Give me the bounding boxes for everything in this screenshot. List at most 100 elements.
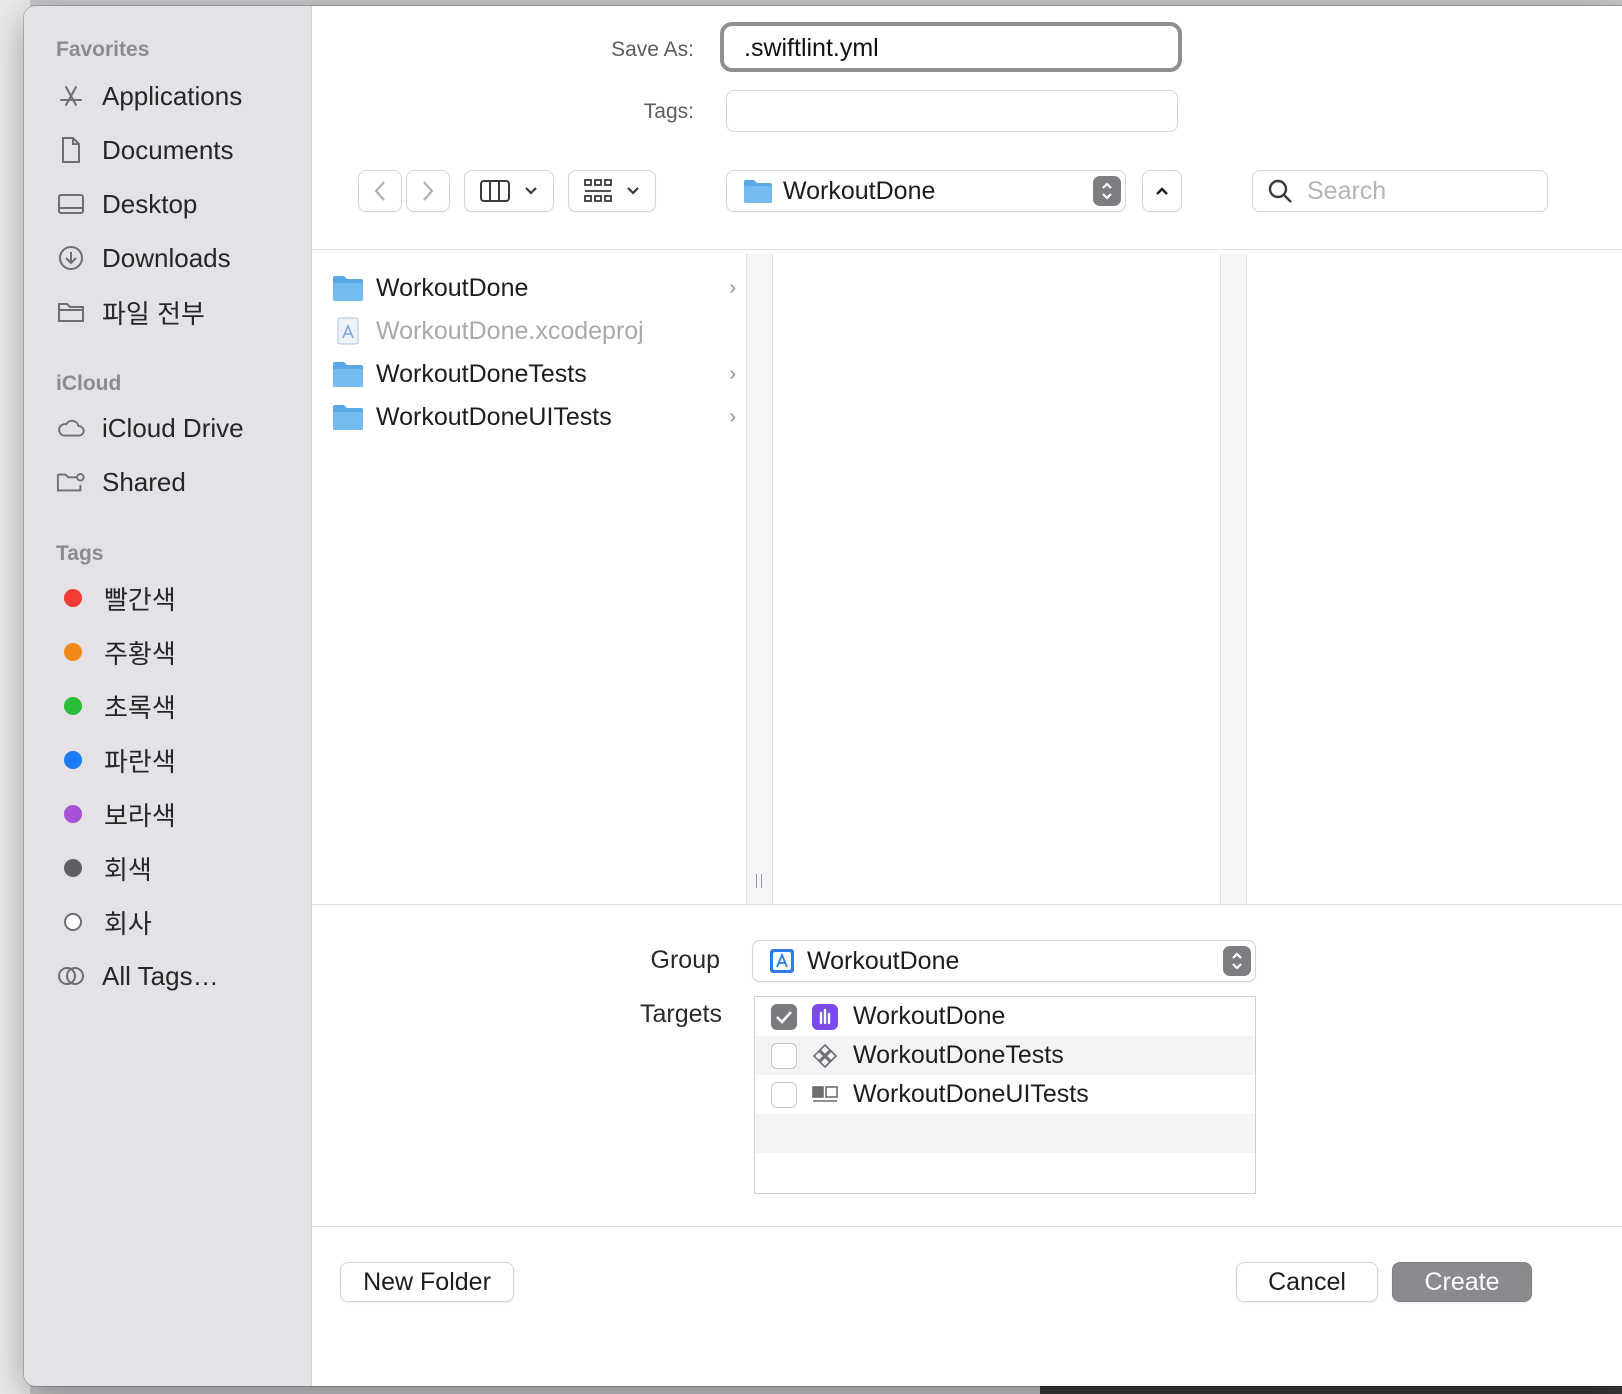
target-row-workoutdonetests[interactable]: WorkoutDoneTests: [755, 1036, 1255, 1075]
file-name: WorkoutDoneUITests: [376, 402, 612, 431]
sidebar-item-label: All Tags…: [102, 960, 219, 991]
search-icon: [1268, 179, 1292, 203]
target-checkbox[interactable]: [771, 1003, 797, 1030]
sidebar: Favorites Applications Documents Desktop…: [24, 6, 312, 1386]
chevron-right-icon: ›: [729, 276, 736, 299]
column-divider: [1246, 254, 1247, 904]
column-resize-gutter[interactable]: [746, 254, 772, 904]
sidebar-item-desktop[interactable]: Desktop: [56, 182, 296, 226]
file-name: WorkoutDone.xcodeproj: [376, 316, 644, 345]
back-button[interactable]: [358, 170, 402, 212]
create-button[interactable]: Create: [1392, 1262, 1532, 1302]
checkmark-icon: [776, 1010, 792, 1024]
cancel-button[interactable]: Cancel: [1236, 1262, 1378, 1302]
target-name: WorkoutDone: [853, 1002, 1006, 1030]
shared-folder-icon: [56, 467, 86, 497]
ui-test-target-icon: [811, 1081, 839, 1109]
file-row-workoutdoneuitests[interactable]: WorkoutDoneUITests ›: [332, 397, 752, 437]
search-field[interactable]: Search: [1252, 170, 1548, 212]
column-resize-gutter[interactable]: [1220, 254, 1246, 904]
sidebar-tag-purple[interactable]: 보라색: [56, 792, 296, 836]
file-row-xcodeproj[interactable]: WorkoutDone.xcodeproj: [332, 311, 752, 351]
xcodeproj-file-icon: [337, 317, 359, 345]
sidebar-item-label: 파란색: [104, 746, 176, 777]
sidebar-item-all-files[interactable]: 파일 전부: [56, 290, 296, 334]
file-row-workoutdonetests[interactable]: WorkoutDoneTests ›: [332, 354, 752, 394]
sidebar-item-label: Documents: [102, 134, 234, 165]
save-dialog: Favorites Applications Documents Desktop…: [24, 6, 1622, 1386]
target-row-workoutdoneuitests[interactable]: WorkoutDoneUITests: [755, 1075, 1255, 1114]
tags-label: Tags:: [643, 100, 694, 123]
location-popup[interactable]: WorkoutDone: [726, 170, 1126, 212]
sidebar-item-label: iCloud Drive: [102, 412, 244, 443]
up-down-stepper-icon: [1223, 946, 1251, 976]
expand-collapse-button[interactable]: [1142, 170, 1182, 212]
file-row-workoutdone[interactable]: WorkoutDone ›: [332, 268, 752, 308]
group-by-button[interactable]: [568, 170, 656, 212]
unit-test-target-icon: [811, 1042, 839, 1070]
sidebar-item-label: 보라색: [104, 800, 176, 831]
sidebar-item-icloud-drive[interactable]: iCloud Drive: [56, 406, 296, 450]
target-checkbox[interactable]: [771, 1081, 797, 1108]
divider: [312, 1226, 1622, 1227]
chevron-down-icon: [627, 187, 639, 195]
sidebar-item-label: Desktop: [102, 188, 198, 219]
sidebar-tag-gray[interactable]: 회색: [56, 846, 296, 890]
forward-button[interactable]: [406, 170, 450, 212]
sidebar-item-downloads[interactable]: Downloads: [56, 236, 296, 280]
file-name: WorkoutDoneTests: [376, 359, 587, 388]
file-name: WorkoutDone: [376, 273, 529, 302]
chevron-right-icon: ›: [729, 362, 736, 385]
save-as-label: Save As:: [611, 38, 694, 61]
sidebar-tag-blue[interactable]: 파란색: [56, 738, 296, 782]
view-mode-button[interactable]: [464, 170, 554, 212]
folder-icon: [333, 405, 363, 430]
group-label: Group: [650, 946, 720, 974]
cloud-icon: [56, 413, 86, 443]
save-as-input[interactable]: .swiftlint.yml: [720, 22, 1182, 72]
target-row-empty: [755, 1114, 1255, 1153]
sidebar-item-shared[interactable]: Shared: [56, 460, 296, 504]
target-name: WorkoutDoneUITests: [853, 1080, 1089, 1108]
sidebar-tag-green[interactable]: 초록색: [56, 684, 296, 728]
sidebar-item-label: 파일 전부: [102, 298, 205, 329]
chevron-left-icon: [374, 181, 385, 201]
tag-dot-icon: [64, 589, 82, 607]
grid-icon: [584, 179, 612, 202]
tags-input[interactable]: [726, 90, 1178, 132]
applications-icon: [56, 81, 86, 111]
sidebar-item-documents[interactable]: Documents: [56, 128, 296, 172]
all-tags-icon: [56, 961, 86, 991]
sidebar-item-label: Downloads: [102, 242, 231, 273]
target-checkbox[interactable]: [771, 1042, 797, 1069]
download-icon: [56, 243, 86, 273]
sidebar-tag-company[interactable]: 회사: [56, 900, 296, 944]
sidebar-item-applications[interactable]: Applications: [56, 74, 296, 118]
folder-icon: [333, 362, 363, 387]
columns-view-icon: [480, 180, 510, 202]
targets-label: Targets: [640, 1000, 722, 1028]
group-popup[interactable]: WorkoutDone: [752, 940, 1256, 982]
column-divider: [772, 254, 773, 904]
sidebar-item-all-tags[interactable]: All Tags…: [56, 954, 296, 998]
icloud-section-title: iCloud: [56, 372, 122, 395]
folder-icon: [333, 276, 363, 301]
app-target-icon: [811, 1003, 839, 1031]
sidebar-tag-red[interactable]: 빨간색: [56, 576, 296, 620]
sidebar-tag-orange[interactable]: 주황색: [56, 630, 296, 674]
search-placeholder: Search: [1307, 176, 1387, 205]
target-row-workoutdone[interactable]: WorkoutDone: [755, 997, 1255, 1036]
folder-icon: [56, 297, 86, 327]
desktop-icon: [56, 189, 86, 219]
new-folder-button[interactable]: New Folder: [340, 1262, 514, 1302]
browser-column-1: WorkoutDone › WorkoutDone.xcodeproj Work…: [324, 254, 770, 904]
xcode-project-icon: [770, 949, 794, 973]
group-value: WorkoutDone: [807, 946, 960, 975]
sidebar-item-label: 빨간색: [104, 584, 176, 615]
column-divider: [746, 254, 747, 904]
chevron-right-icon: [423, 181, 434, 201]
column-resize-handle[interactable]: [752, 874, 766, 890]
column-divider: [1220, 254, 1221, 904]
sidebar-item-label: 주황색: [104, 638, 176, 669]
sidebar-item-label: Shared: [102, 466, 186, 497]
